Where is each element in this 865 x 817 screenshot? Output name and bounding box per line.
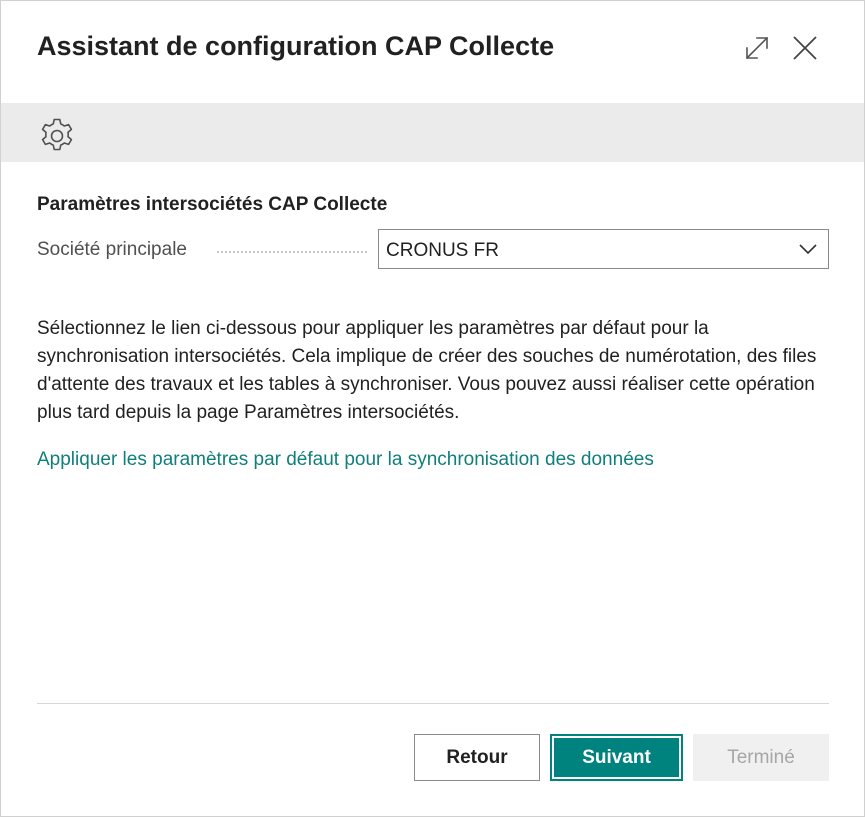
next-button[interactable]: Suivant xyxy=(550,734,683,781)
setup-wizard-dialog: Assistant de configuration CAP Collecte xyxy=(0,0,865,817)
field-leader-dots xyxy=(217,251,367,253)
main-company-value: CRONUS FR xyxy=(386,240,499,261)
close-icon xyxy=(793,36,817,60)
dialog-title: Assistant de configuration CAP Collecte xyxy=(37,31,555,61)
expand-button[interactable] xyxy=(742,33,772,63)
action-bar xyxy=(1,103,864,162)
close-button[interactable] xyxy=(790,33,820,63)
back-button[interactable]: Retour xyxy=(414,734,540,781)
main-company-label: Société principale xyxy=(37,239,187,260)
gear-icon xyxy=(41,118,73,151)
description-text: Sélectionnez le lien ci-dessous pour app… xyxy=(37,318,817,423)
chevron-down-icon xyxy=(799,244,817,255)
expand-icon xyxy=(745,36,769,60)
apply-defaults-link[interactable]: Appliquer les paramètres par défaut pour… xyxy=(37,449,654,471)
settings-button[interactable] xyxy=(36,115,78,157)
footer-divider xyxy=(37,703,829,704)
finish-button: Terminé xyxy=(693,734,829,781)
main-company-select[interactable]: CRONUS FR xyxy=(378,229,829,269)
section-title: Paramètres intersociétés CAP Collecte xyxy=(37,194,388,215)
